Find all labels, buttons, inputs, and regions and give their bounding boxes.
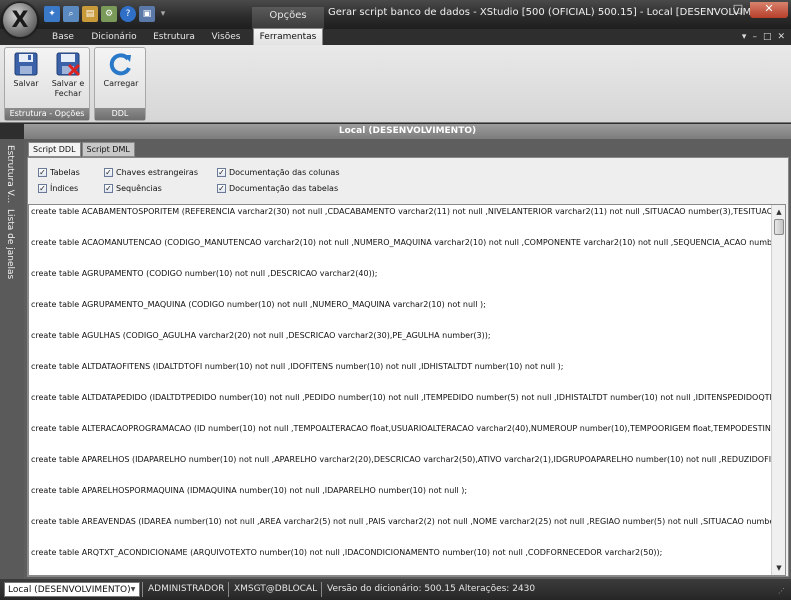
status-divider — [321, 582, 322, 597]
title-bar: ✦ ⌕ ▤ ⚙ ? ▣ ▾ Opções Gerar script banco … — [0, 0, 791, 29]
maximize-button[interactable]: □ — [726, 2, 750, 18]
scroll-down-icon[interactable]: ▼ — [773, 562, 785, 574]
window-icon[interactable]: ▣ — [139, 6, 155, 22]
minimize-button[interactable]: – — [702, 2, 726, 18]
option-indices[interactable]: ✓ Índices — [38, 184, 78, 193]
script-line: create table AGULHAS (CODIGO_AGULHA varc… — [31, 331, 491, 340]
checkbox-sequencias[interactable]: ✓ — [104, 184, 113, 193]
tab-estrutura[interactable]: Estrutura — [148, 29, 200, 45]
option-tabelas[interactable]: ✓ Tabelas — [38, 168, 80, 177]
application-menu-button[interactable]: X — [2, 2, 38, 38]
load-button[interactable]: Carregar — [100, 51, 142, 89]
group-label-estrutura-opcoes: Estrutura - Opções — [5, 108, 89, 120]
group-ddl: Carregar DDL — [94, 47, 146, 121]
label-tabelas: Tabelas — [50, 168, 80, 177]
refresh-icon — [109, 53, 131, 76]
panel-header: Local (DESENVOLVIMENTO) — [24, 124, 791, 139]
scroll-up-icon[interactable]: ▲ — [773, 206, 785, 218]
resize-grip-icon[interactable]: ⋰ — [778, 587, 788, 597]
people-icon[interactable]: ✦ — [44, 6, 60, 22]
chevron-down-icon[interactable]: ▾ — [742, 29, 747, 45]
script-editor[interactable]: create table ACABAMENTOSPORITEM (REFEREN… — [28, 204, 786, 576]
save-close-icon — [56, 52, 81, 77]
app-logo-icon: X — [11, 7, 29, 33]
settings-icon[interactable]: ⚙ — [101, 6, 117, 22]
script-line: create table APARELHOSPORMAQUINA (IDMAQU… — [31, 486, 468, 495]
side-tab-lista-janelas[interactable]: Lista de janelas — [5, 209, 15, 279]
scrollbar-thumb[interactable] — [774, 219, 784, 235]
option-sequencias[interactable]: ✓ Sequências — [104, 184, 162, 193]
save-and-close-button[interactable]: Salvar e Fechar — [47, 51, 89, 99]
status-user: ADMINISTRADOR — [148, 584, 225, 594]
script-line: create table ARQTXT_ACONDICIONAME (ARQUI… — [31, 548, 663, 557]
script-lines: create table ACABAMENTOSPORITEM (REFEREN… — [30, 205, 772, 575]
tab-base[interactable]: Base — [46, 29, 80, 45]
ribbon: Salvar Salvar e Fechar Estrutura - Opçõe… — [0, 45, 791, 123]
script-line: create table ALTDATAOFITENS (IDALTDTOFI … — [31, 362, 564, 371]
close-icon[interactable]: ✕ — [777, 29, 785, 45]
load-button-label: Carregar — [103, 79, 139, 88]
status-divider — [142, 582, 143, 597]
ribbon-tab-bar: Base Dicionário Estrutura Visões Ferrame… — [0, 28, 791, 45]
floppy-disk-icon — [14, 52, 38, 76]
tab-ferramentas[interactable]: Ferramentas — [253, 28, 323, 45]
close-button[interactable]: ✕ — [750, 2, 788, 18]
save-button-label: Salvar — [13, 79, 39, 88]
ribbon-mini-controls: ▾ – □ ✕ — [742, 29, 785, 45]
status-database: XMSGT@DBLOCAL — [234, 584, 318, 594]
connection-select[interactable]: Local (DESENVOLVIMENTO) ▼ — [4, 582, 140, 597]
side-panel: Estrutura V... Lista de janelas — [0, 139, 24, 579]
script-line: create table ALTERACAOPROGRAMACAO (ID nu… — [31, 424, 772, 433]
help-icon[interactable]: ? — [120, 6, 136, 22]
option-doc-colunas[interactable]: ✓ Documentação das colunas — [217, 168, 340, 177]
checkbox-indices[interactable]: ✓ — [38, 184, 47, 193]
tab-visoes[interactable]: Visões — [206, 29, 246, 45]
save-button[interactable]: Salvar — [8, 51, 44, 89]
save-and-close-label: Salvar e Fechar — [51, 79, 85, 98]
side-tab-estrutura[interactable]: Estrutura V... — [5, 145, 15, 203]
window-controls: – □ ✕ — [702, 2, 788, 18]
option-doc-tabelas[interactable]: ✓ Documentação das tabelas — [217, 184, 338, 193]
checkbox-doc-colunas[interactable]: ✓ — [217, 168, 226, 177]
group-estrutura-opcoes: Salvar Salvar e Fechar Estrutura - Opçõe… — [4, 47, 90, 121]
status-version: Versão do dicionário: 500.15 Alterações:… — [327, 584, 536, 594]
document-tabs: Script DDL Script DML — [28, 142, 136, 157]
connection-value: Local (DESENVOLVIMENTO) — [8, 585, 131, 595]
document-icon[interactable]: ▤ — [82, 6, 98, 22]
script-line: create table ACAOMANUTENCAO (CODIGO_MANU… — [31, 238, 772, 247]
checkbox-tabelas[interactable]: ✓ — [38, 168, 47, 177]
script-line: create table ACABAMENTOSPORITEM (REFEREN… — [31, 207, 772, 216]
minimize-icon[interactable]: – — [752, 29, 757, 45]
checkbox-doc-tabelas[interactable]: ✓ — [217, 184, 226, 193]
label-chaves-estrangeiras: Chaves estrangeiras — [116, 168, 198, 177]
tab-script-dml[interactable]: Script DML — [81, 142, 135, 157]
label-doc-tabelas: Documentação das tabelas — [229, 184, 339, 193]
script-line: create table AREAVENDAS (IDAREA number(1… — [31, 517, 772, 526]
status-divider — [228, 582, 229, 597]
main-content: Script DDL Script DML ✓ Tabelas ✓ Índice… — [24, 139, 791, 579]
group-label-ddl: DDL — [95, 108, 145, 120]
qat-customize-icon[interactable]: ▾ — [158, 6, 168, 22]
context-tab-options: Opções — [252, 7, 324, 29]
vertical-scrollbar[interactable]: ▲ ▼ — [771, 205, 785, 575]
script-line: create table ALTDATAPEDIDO (IDALTDTPEDID… — [31, 393, 772, 402]
tab-dicionario[interactable]: Dicionário — [86, 29, 142, 45]
script-line: create table AGRUPAMENTO (CODIGO number(… — [31, 269, 378, 278]
label-sequencias: Sequências — [116, 184, 162, 193]
status-bar: Local (DESENVOLVIMENTO) ▼ ADMINISTRADOR … — [0, 579, 791, 600]
search-icon[interactable]: ⌕ — [63, 6, 79, 22]
quick-access-toolbar: ✦ ⌕ ▤ ⚙ ? ▣ ▾ — [44, 6, 168, 22]
tab-script-ddl[interactable]: Script DDL — [28, 142, 81, 157]
script-ddl-panel: ✓ Tabelas ✓ Índices ✓ Chaves estrangeira… — [27, 157, 789, 577]
label-indices: Índices — [50, 184, 79, 193]
restore-icon[interactable]: □ — [763, 29, 772, 45]
script-line: create table AGRUPAMENTO_MAQUINA (CODIGO… — [31, 300, 486, 309]
script-line: create table APARELHOS (IDAPARELHO numbe… — [31, 455, 772, 464]
option-chaves-estrangeiras[interactable]: ✓ Chaves estrangeiras — [104, 168, 198, 177]
chevron-down-icon[interactable]: ▼ — [128, 584, 138, 595]
checkbox-chaves-estrangeiras[interactable]: ✓ — [104, 168, 113, 177]
label-doc-colunas: Documentação das colunas — [229, 168, 340, 177]
